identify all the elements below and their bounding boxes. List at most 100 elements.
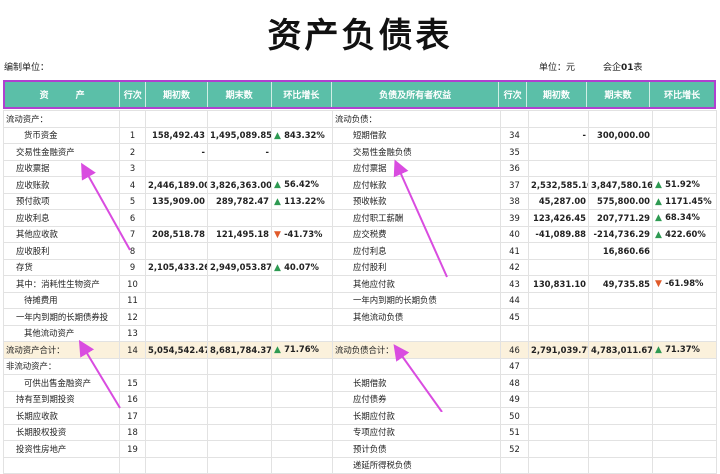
asset-name-cell[interactable]: 投资性房地产: [3, 440, 120, 458]
asset-line-no-cell[interactable]: 4: [119, 176, 146, 194]
asset-name-cell[interactable]: 流动资产：: [3, 110, 120, 128]
asset-closing-cell[interactable]: [207, 291, 272, 309]
liability-name-cell[interactable]: 流动负债合计：: [332, 341, 501, 359]
asset-opening-cell[interactable]: [145, 308, 208, 326]
asset-line-no-cell[interactable]: 19: [119, 440, 146, 458]
liability-line-no-cell[interactable]: 38: [500, 192, 529, 210]
asset-opening-cell[interactable]: [145, 275, 208, 293]
asset-opening-cell[interactable]: 158,492.43: [145, 126, 208, 144]
asset-line-no-cell[interactable]: 1: [119, 126, 146, 144]
liability-line-no-cell[interactable]: 48: [500, 374, 529, 392]
header-opening[interactable]: 期初数: [146, 82, 208, 107]
liability-opening-cell[interactable]: 2,791,039.77: [528, 341, 589, 359]
asset-growth-cell[interactable]: ▲ 71.76%: [271, 341, 333, 359]
liability-opening-cell[interactable]: [528, 390, 589, 408]
asset-line-no-cell[interactable]: 5: [119, 192, 146, 210]
liability-name-cell[interactable]: 预计负债: [332, 440, 501, 458]
asset-line-no-cell[interactable]: 14: [119, 341, 146, 359]
liability-opening-cell[interactable]: [528, 143, 589, 161]
liability-closing-cell[interactable]: [588, 324, 653, 342]
asset-line-no-cell[interactable]: [119, 110, 146, 128]
liability-name-cell[interactable]: 预收帐款: [332, 192, 501, 210]
liability-closing-cell[interactable]: [588, 258, 653, 276]
asset-growth-cell[interactable]: ▲ 843.32%: [271, 126, 333, 144]
asset-name-cell[interactable]: 持有至到期投资: [3, 390, 120, 408]
liability-closing-cell[interactable]: [588, 357, 653, 375]
liability-opening-cell[interactable]: 130,831.10: [528, 275, 589, 293]
liability-line-no-cell[interactable]: 52: [500, 440, 529, 458]
liability-growth-cell[interactable]: [652, 357, 717, 375]
asset-closing-cell[interactable]: 1,495,089.85: [207, 126, 272, 144]
liability-growth-cell[interactable]: [652, 374, 717, 392]
asset-line-no-cell[interactable]: [119, 456, 146, 474]
liability-line-no-cell[interactable]: 49: [500, 390, 529, 408]
asset-name-cell[interactable]: 可供出售金融资产: [3, 374, 120, 392]
asset-closing-cell[interactable]: 2,949,053.87: [207, 258, 272, 276]
asset-closing-cell[interactable]: [207, 242, 272, 260]
liability-name-cell[interactable]: 其他应付款: [332, 275, 501, 293]
liability-growth-cell[interactable]: [652, 126, 717, 144]
asset-name-cell[interactable]: 一年内到期的长期债券投: [3, 308, 120, 326]
liability-opening-cell[interactable]: 2,532,585.10: [528, 176, 589, 194]
liability-growth-cell[interactable]: ▲ 1171.45%: [652, 192, 717, 210]
asset-growth-cell[interactable]: [271, 242, 333, 260]
header-opening-right[interactable]: 期初数: [527, 82, 587, 107]
header-assets[interactable]: 资 产: [5, 82, 121, 107]
liability-closing-cell[interactable]: [588, 456, 653, 474]
asset-name-cell[interactable]: 流动资产合计：: [3, 341, 120, 359]
asset-line-no-cell[interactable]: 18: [119, 423, 146, 441]
asset-closing-cell[interactable]: -: [207, 143, 272, 161]
liability-growth-cell[interactable]: [652, 143, 717, 161]
liability-line-no-cell[interactable]: 50: [500, 407, 529, 425]
asset-opening-cell[interactable]: [145, 324, 208, 342]
liability-line-no-cell[interactable]: 44: [500, 291, 529, 309]
liability-name-cell[interactable]: 应付票据: [332, 159, 501, 177]
asset-line-no-cell[interactable]: 16: [119, 390, 146, 408]
liability-closing-cell[interactable]: 575,800.00: [588, 192, 653, 210]
liability-line-no-cell[interactable]: 51: [500, 423, 529, 441]
liability-closing-cell[interactable]: 16,860.66: [588, 242, 653, 260]
liability-line-no-cell[interactable]: [500, 456, 529, 474]
asset-closing-cell[interactable]: [207, 324, 272, 342]
asset-growth-cell[interactable]: [271, 291, 333, 309]
liability-growth-cell[interactable]: [652, 242, 717, 260]
asset-opening-cell[interactable]: [145, 291, 208, 309]
asset-name-cell[interactable]: 非流动资产：: [3, 357, 120, 375]
asset-growth-cell[interactable]: [271, 374, 333, 392]
asset-opening-cell[interactable]: 135,909.00: [145, 192, 208, 210]
asset-opening-cell[interactable]: [145, 390, 208, 408]
asset-opening-cell[interactable]: [145, 110, 208, 128]
liability-closing-cell[interactable]: [588, 159, 653, 177]
liability-name-cell[interactable]: [332, 357, 501, 375]
header-liabilities[interactable]: 负债及所有者权益: [332, 82, 500, 107]
asset-line-no-cell[interactable]: 13: [119, 324, 146, 342]
asset-opening-cell[interactable]: [145, 374, 208, 392]
liability-line-no-cell[interactable]: 39: [500, 209, 529, 227]
asset-closing-cell[interactable]: [207, 110, 272, 128]
liability-closing-cell[interactable]: 3,847,580.16: [588, 176, 653, 194]
liability-opening-cell[interactable]: -: [528, 126, 589, 144]
asset-growth-cell[interactable]: [271, 456, 333, 474]
asset-opening-cell[interactable]: 2,446,189.00: [145, 176, 208, 194]
liability-closing-cell[interactable]: [588, 308, 653, 326]
asset-growth-cell[interactable]: [271, 143, 333, 161]
asset-closing-cell[interactable]: 8,681,784.37: [207, 341, 272, 359]
asset-line-no-cell[interactable]: 10: [119, 275, 146, 293]
liability-name-cell[interactable]: 递延所得税负债: [332, 456, 501, 474]
liability-opening-cell[interactable]: [528, 110, 589, 128]
liability-growth-cell[interactable]: [652, 407, 717, 425]
asset-growth-cell[interactable]: [271, 390, 333, 408]
asset-opening-cell[interactable]: 2,105,433.26: [145, 258, 208, 276]
liability-growth-cell[interactable]: ▲ 68.34%: [652, 209, 717, 227]
asset-opening-cell[interactable]: 208,518.78: [145, 225, 208, 243]
liability-name-cell[interactable]: 短期借款: [332, 126, 501, 144]
liability-name-cell[interactable]: 应付职工薪酬: [332, 209, 501, 227]
asset-growth-cell[interactable]: ▼ -41.73%: [271, 225, 333, 243]
asset-line-no-cell[interactable]: 7: [119, 225, 146, 243]
asset-closing-cell[interactable]: [207, 407, 272, 425]
asset-growth-cell[interactable]: [271, 440, 333, 458]
asset-growth-cell[interactable]: [271, 159, 333, 177]
liability-growth-cell[interactable]: [652, 159, 717, 177]
asset-closing-cell[interactable]: [207, 275, 272, 293]
liability-growth-cell[interactable]: ▲ 51.92%: [652, 176, 717, 194]
